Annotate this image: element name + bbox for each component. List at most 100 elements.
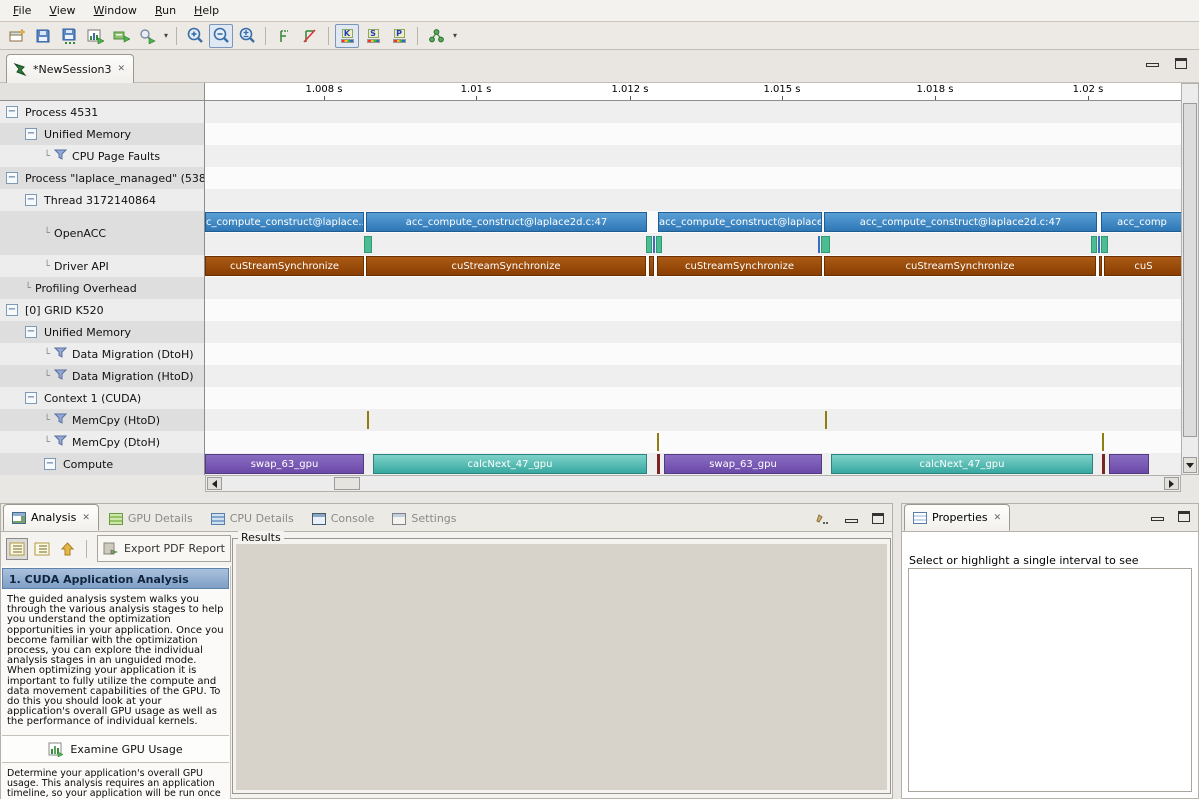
- collapse-minus-icon[interactable]: −: [25, 194, 37, 206]
- openacc-marker[interactable]: [656, 236, 662, 253]
- openacc-marker[interactable]: [646, 236, 652, 253]
- close-icon[interactable]: ✕: [117, 64, 125, 74]
- compute-interval[interactable]: [657, 454, 660, 474]
- tree-row-unified-memory[interactable]: −Unified Memory: [0, 321, 204, 343]
- menu-run[interactable]: Run: [146, 0, 185, 22]
- memcpy-dtoh-tick[interactable]: [1102, 433, 1104, 451]
- call-graph-dropdown-caret[interactable]: ▾: [450, 31, 460, 40]
- horizontal-scrollbar-thumb[interactable]: [334, 477, 360, 490]
- scroll-left-button[interactable]: [207, 477, 222, 490]
- scroll-down-button[interactable]: [1183, 457, 1197, 473]
- menu-help[interactable]: Help: [185, 0, 228, 22]
- process-timeline-button[interactable]: P: [387, 24, 411, 48]
- openacc-marker[interactable]: [1098, 236, 1100, 253]
- tree-row-memcpy-dtoh[interactable]: └MemCpy (DtoH): [0, 431, 204, 453]
- tab-cpu-details[interactable]: CPU Details: [203, 506, 302, 531]
- compute-interval[interactable]: [1102, 454, 1105, 474]
- tab-properties[interactable]: Properties ✕: [904, 504, 1010, 531]
- openacc-marker[interactable]: [1091, 236, 1097, 253]
- tree-row-memcpy-htod[interactable]: └MemCpy (HtoD): [0, 409, 204, 431]
- collapse-minus-icon[interactable]: −: [6, 172, 18, 184]
- analyze-dropdown-caret[interactable]: ▾: [161, 31, 171, 40]
- compute-interval[interactable]: calcNext_47_gpu: [831, 454, 1093, 474]
- tree-row-context-1-cuda[interactable]: −Context 1 (CUDA): [0, 387, 204, 409]
- menu-file[interactable]: File: [4, 0, 40, 22]
- tree-row-process-4531[interactable]: −Process 4531: [0, 101, 204, 123]
- kernel-timeline-button[interactable]: K: [335, 24, 359, 48]
- openacc-interval[interactable]: c_compute_construct@laplace...: [205, 212, 364, 232]
- zoom-in-button[interactable]: [183, 24, 207, 48]
- driver-api-interval[interactable]: [649, 256, 654, 276]
- guided-analysis-button[interactable]: [6, 538, 28, 560]
- openacc-interval[interactable]: acc_compute_construct@laplace2d.c:47: [824, 212, 1097, 232]
- tab-console[interactable]: Console: [304, 506, 383, 531]
- tree-row-thread-3172140864[interactable]: −Thread 3172140864: [0, 189, 204, 211]
- timeline-canvas[interactable]: c_compute_construct@laplace...acc_comput…: [205, 101, 1181, 475]
- minimize-icon[interactable]: [1146, 63, 1159, 67]
- openacc-interval[interactable]: acc_compute_construct@laplace...: [658, 212, 822, 232]
- stream-timeline-button[interactable]: S: [361, 24, 385, 48]
- scroll-right-button[interactable]: [1164, 477, 1179, 490]
- driver-api-interval[interactable]: cuStreamSynchronize: [205, 256, 364, 276]
- tree-row-0-grid-k520[interactable]: −[0] GRID K520: [0, 299, 204, 321]
- openacc-interval[interactable]: acc_comp: [1101, 212, 1181, 232]
- zoom-fit-button[interactable]: [235, 24, 259, 48]
- call-graph-button[interactable]: [424, 24, 448, 48]
- vertical-scrollbar-thumb[interactable]: [1183, 103, 1197, 437]
- collapse-minus-icon[interactable]: −: [44, 458, 56, 470]
- marker-ruler-button[interactable]: [272, 24, 296, 48]
- memcpy-htod-tick[interactable]: [825, 411, 827, 429]
- maximize-icon[interactable]: [1175, 58, 1187, 69]
- menu-view[interactable]: View: [40, 0, 84, 22]
- pencil-icon[interactable]: [815, 511, 831, 525]
- compute-interval[interactable]: calcNext_47_gpu: [373, 454, 647, 474]
- tree-row-process-laplace-managed-538[interactable]: −Process "laplace_managed" (538): [0, 167, 204, 189]
- driver-api-interval[interactable]: cuS: [1104, 256, 1181, 276]
- tree-row-driver-api[interactable]: └Driver API: [0, 255, 204, 277]
- maximize-panel-icon[interactable]: [1178, 511, 1190, 522]
- compute-interval[interactable]: swap_63_gpu: [664, 454, 822, 474]
- tab-settings[interactable]: Settings: [384, 506, 464, 531]
- vertical-scrollbar[interactable]: [1181, 83, 1199, 475]
- save-all-button[interactable]: [57, 24, 81, 48]
- openacc-interval[interactable]: acc_compute_construct@laplace2d.c:47: [366, 212, 647, 232]
- collapse-minus-icon[interactable]: −: [25, 326, 37, 338]
- horizontal-scrollbar[interactable]: [205, 475, 1181, 492]
- tree-row-openacc[interactable]: └OpenACC: [0, 211, 204, 255]
- tab-analysis[interactable]: Analysis✕: [3, 504, 99, 531]
- driver-api-interval[interactable]: cuStreamSynchronize: [366, 256, 646, 276]
- minimize-panel-icon[interactable]: [1151, 517, 1164, 521]
- menu-window[interactable]: Window: [85, 0, 146, 22]
- tree-row-compute[interactable]: −Compute: [0, 453, 204, 475]
- analyze-button[interactable]: [135, 24, 159, 48]
- collapse-minus-icon[interactable]: −: [6, 106, 18, 118]
- back-up-button[interactable]: [56, 538, 78, 560]
- marker-flag-button[interactable]: [298, 24, 322, 48]
- unguided-analysis-button[interactable]: [31, 538, 53, 560]
- driver-api-interval[interactable]: [1099, 256, 1102, 276]
- collapse-minus-icon[interactable]: −: [25, 128, 37, 140]
- profile-application-button[interactable]: [83, 24, 107, 48]
- tab-gpu-details[interactable]: GPU Details: [101, 506, 201, 531]
- run-analysis-button[interactable]: [109, 24, 133, 48]
- openacc-marker[interactable]: [818, 236, 820, 253]
- openacc-marker[interactable]: [364, 236, 372, 253]
- session-tab[interactable]: *NewSession3 ✕: [6, 54, 134, 83]
- compute-interval[interactable]: [1109, 454, 1149, 474]
- close-icon[interactable]: ✕: [82, 513, 90, 523]
- memcpy-dtoh-tick[interactable]: [657, 433, 659, 451]
- tree-row-data-migration-htod[interactable]: └Data Migration (HtoD): [0, 365, 204, 387]
- minimize-panel-icon[interactable]: [845, 519, 858, 523]
- close-icon[interactable]: ✕: [994, 513, 1002, 523]
- tree-row-cpu-page-faults[interactable]: └CPU Page Faults: [0, 145, 204, 167]
- tree-row-unified-memory[interactable]: −Unified Memory: [0, 123, 204, 145]
- openacc-marker[interactable]: [821, 236, 830, 253]
- collapse-minus-icon[interactable]: −: [6, 304, 18, 316]
- maximize-panel-icon[interactable]: [872, 513, 884, 524]
- driver-api-interval[interactable]: cuStreamSynchronize: [824, 256, 1096, 276]
- save-button[interactable]: [31, 24, 55, 48]
- tree-row-data-migration-dtoh[interactable]: └Data Migration (DtoH): [0, 343, 204, 365]
- driver-api-interval[interactable]: cuStreamSynchronize: [657, 256, 822, 276]
- zoom-out-button[interactable]: [209, 24, 233, 48]
- openacc-marker[interactable]: [1101, 236, 1108, 253]
